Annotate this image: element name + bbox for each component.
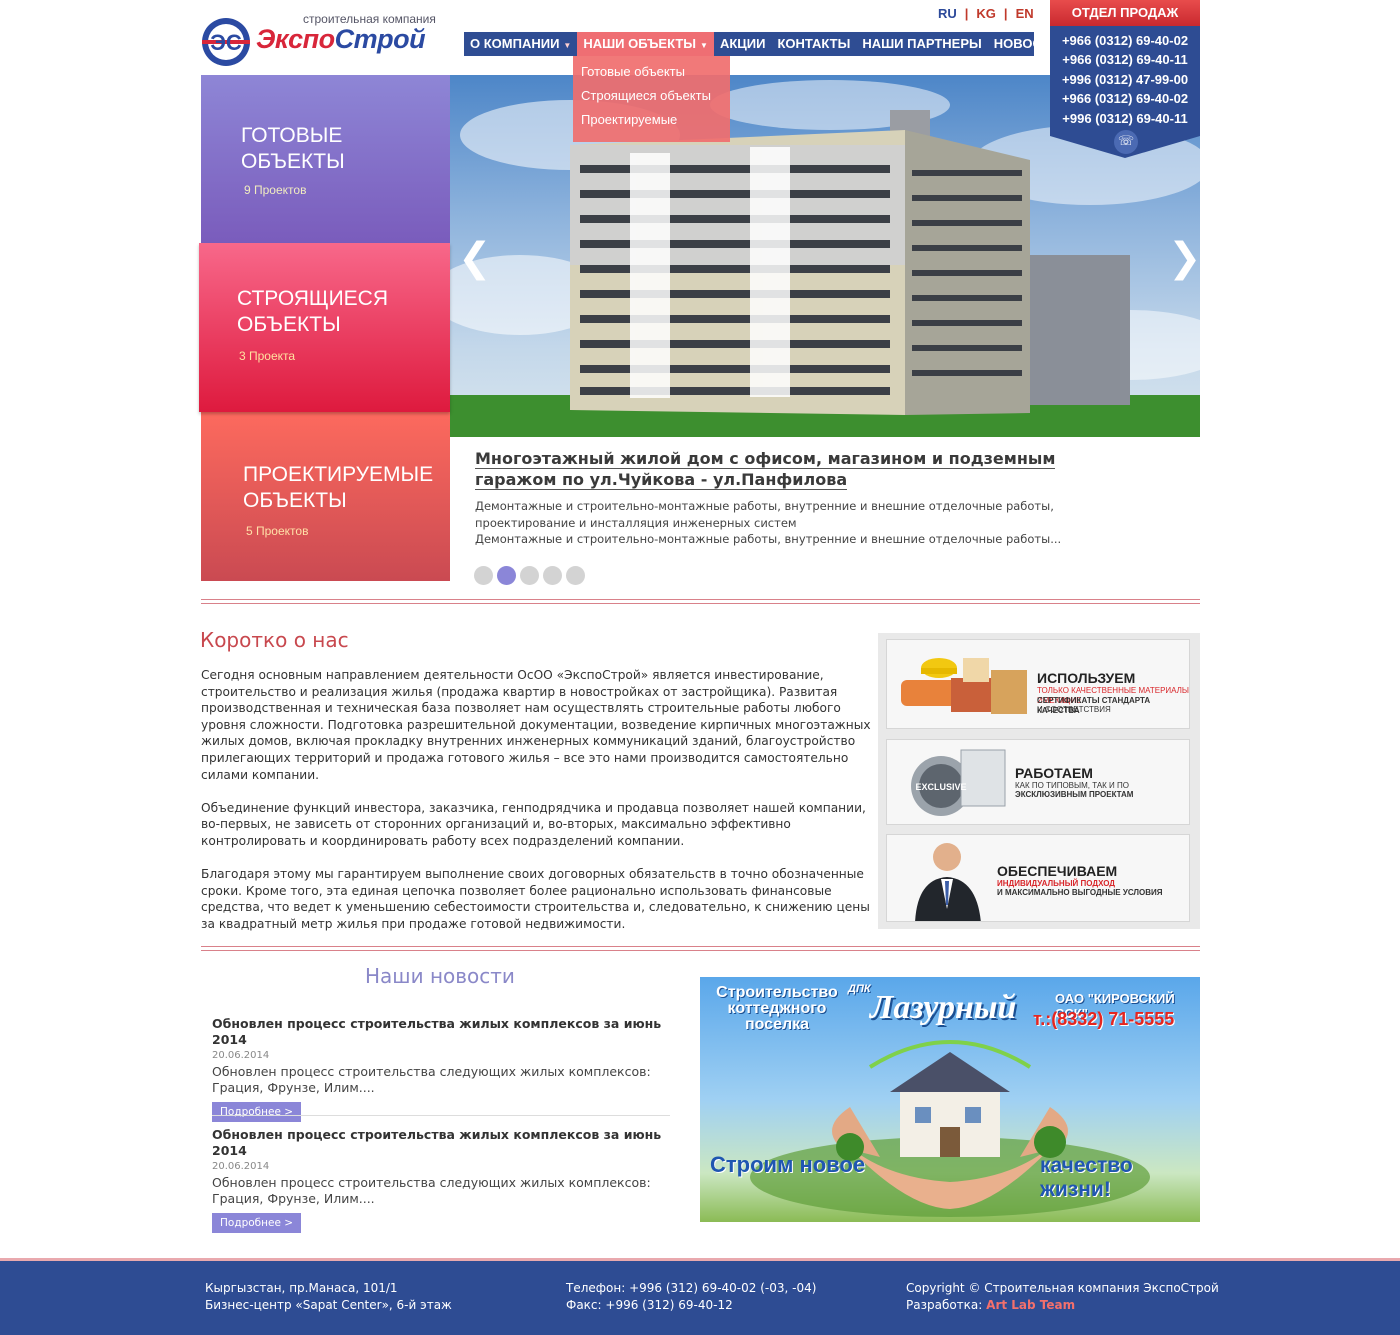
category-ready[interactable]: Готовые объекты 9 Проектов [201, 75, 450, 243]
slider-dot[interactable] [520, 566, 539, 585]
news-date: 20.06.2014 [212, 1161, 270, 1172]
read-more-button[interactable]: Подробнее > [212, 1213, 302, 1233]
sales-phone[interactable]: +966 (0312) 69-40-02 [1050, 89, 1200, 108]
promo-slogan: качество жизни! [1040, 1154, 1133, 1201]
slider-next-button[interactable]: ❯ [1168, 235, 1200, 281]
news-item: Обновлен процесс строительства жилых ком… [212, 1127, 670, 1233]
feature-banners: ИСПОЛЬЗУЕМ ТОЛЬКО КАЧЕСТВЕННЫЕ МАТЕРИАЛЫ… [878, 633, 1200, 929]
sales-phone[interactable]: +996 (0312) 47-99-00 [1050, 70, 1200, 89]
exclusive-badge-icon: EXCLUSIVE [911, 749, 1006, 816]
materials-icon [901, 658, 1027, 714]
read-more-button[interactable]: Подробнее > [212, 1102, 302, 1122]
category-count: 9 Проектов [244, 183, 307, 197]
banner-title: ИСПОЛЬЗУЕМ [1037, 670, 1136, 686]
slide-title[interactable]: Многоэтажный жилой дом с офисом, магазин… [475, 448, 1095, 490]
category-title: Строящиеся объекты [237, 287, 388, 336]
dropdown-item-ready[interactable]: Готовые объекты [573, 62, 730, 86]
footer: Кыргызстан, пр.Манаса, 101/1 Бизнес-цент… [0, 1261, 1400, 1335]
promo-banner[interactable]: Строительство коттеджного поселка ДПК Ла… [700, 977, 1200, 1222]
slider-dot[interactable] [497, 566, 516, 585]
footer-copyright: Copyright © Строительная компания ЭкспоС… [906, 1281, 1219, 1312]
objects-dropdown: Готовые объекты Строящиеся объекты Проек… [573, 56, 730, 142]
promo-brand-prefix: ДПК [848, 983, 871, 995]
footer-address: Кыргызстан, пр.Манаса, 101/1 Бизнес-цент… [205, 1281, 452, 1312]
lang-en[interactable]: EN [1016, 6, 1034, 21]
logo[interactable]: ЭС строительная компания ЭкспоСтрой [200, 12, 445, 68]
news-title[interactable]: Обновлен процесс строительства жилых ком… [212, 1127, 670, 1159]
slide-description: Демонтажные и строительно-монтажные рабо… [475, 499, 1062, 546]
category-count: 5 Проектов [246, 524, 309, 538]
slider-pagination [474, 566, 585, 585]
slider-dot[interactable] [566, 566, 585, 585]
promo-phone: т.:(8332) 71-5555 [1033, 1009, 1175, 1029]
category-title: Готовые объекты [241, 124, 345, 173]
businessman-icon [915, 843, 981, 921]
divider [212, 1115, 670, 1116]
nav-item-about[interactable]: О КОМПАНИИ ▼ [464, 32, 577, 56]
promo-brand: Лазурный [870, 989, 1017, 1026]
category-building[interactable]: Строящиеся объекты 3 Проекта [199, 243, 450, 412]
news-excerpt: Обновлен процесс строительства следующих… [212, 1064, 651, 1095]
language-switcher: RU | KG | EN [938, 6, 1034, 21]
sales-department: ОТДЕЛ ПРОДАЖ +966 (0312) 69-40-02 +966 (… [1050, 0, 1200, 158]
dropdown-item-planned[interactable]: Проектируемые [573, 110, 730, 134]
svg-text:EXCLUSIVE: EXCLUSIVE [915, 782, 966, 792]
nav-item-promotions[interactable]: АКЦИИ [714, 32, 772, 56]
phone-icon[interactable]: ☏ [1114, 130, 1138, 154]
divider [201, 946, 1200, 951]
banner-title: РАБОТАЕМ [1015, 765, 1093, 781]
lang-ru[interactable]: RU [938, 6, 957, 21]
nav-item-partners[interactable]: НАШИ ПАРТНЕРЫ [856, 32, 987, 56]
developer-link[interactable]: Art Lab Team [986, 1298, 1075, 1312]
chevron-down-icon: ▼ [563, 41, 572, 50]
footer-contacts: Телефон: +996 (312) 69-40-02 (-03, -04) … [566, 1281, 817, 1312]
banner-projects[interactable]: EXCLUSIVE РАБОТАЕМ КАК ПО ТИПОВЫМ, ТАК И… [886, 739, 1190, 825]
news-date: 20.06.2014 [212, 1050, 270, 1061]
main-nav: О КОМПАНИИ ▼ НАШИ ОБЪЕКТЫ ▼ АКЦИИ КОНТАКТЫ… [464, 32, 1059, 56]
sales-phone[interactable]: +996 (0312) 69-40-11 [1050, 109, 1200, 128]
lang-kg[interactable]: KG [976, 6, 996, 21]
promo-headline: Строительство коттеджного поселка [716, 984, 838, 1033]
about-heading: Коротко о нас [200, 628, 349, 652]
slider-dot[interactable] [543, 566, 562, 585]
chevron-down-icon: ▼ [700, 41, 708, 50]
lang-separator: | [964, 6, 969, 21]
category-planned[interactable]: Проектируемые объекты 5 Проектов [201, 412, 450, 581]
banner-materials[interactable]: ИСПОЛЬЗУЕМ ТОЛЬКО КАЧЕСТВЕННЫЕ МАТЕРИАЛЫ… [886, 639, 1190, 729]
slider-prev-button[interactable]: ❮ [458, 235, 492, 281]
nav-item-objects[interactable]: НАШИ ОБЪЕКТЫ ▼ [577, 32, 714, 56]
sales-title: ОТДЕЛ ПРОДАЖ [1050, 0, 1200, 26]
category-title: Проектируемые объекты [243, 463, 434, 512]
sales-phone[interactable]: +966 (0312) 69-40-02 [1050, 31, 1200, 50]
nav-item-contacts[interactable]: КОНТАКТЫ [771, 32, 856, 56]
logo-emblem-icon: ЭС [202, 18, 250, 66]
logo-wordmark: ЭкспоСтрой [256, 24, 426, 54]
promo-slogan: Строим новое [710, 1152, 866, 1177]
about-text: Сегодня основным направлением деятельнос… [201, 668, 871, 931]
news-excerpt: Обновлен процесс строительства следующих… [212, 1175, 651, 1206]
sales-phones: +966 (0312) 69-40-02 +966 (0312) 69-40-1… [1050, 26, 1200, 130]
dropdown-item-building[interactable]: Строящиеся объекты [573, 86, 730, 110]
lang-separator: | [1003, 6, 1008, 21]
slider-dot[interactable] [474, 566, 493, 585]
banner-title: ОБЕСПЕЧИВАЕМ [997, 863, 1118, 879]
news-heading: Наши новости [365, 964, 515, 988]
news-title[interactable]: Обновлен процесс строительства жилых ком… [212, 1016, 670, 1048]
divider [201, 599, 1200, 604]
news-item: Обновлен процесс строительства жилых ком… [212, 1016, 670, 1122]
banner-approach[interactable]: ОБЕСПЕЧИВАЕМ ИНДИВИДУАЛЬНЫЙ ПОДХОД И МАК… [886, 834, 1190, 922]
svg-text:ЭС: ЭС [210, 30, 242, 55]
category-count: 3 Проекта [239, 349, 296, 363]
sales-phone[interactable]: +966 (0312) 69-40-11 [1050, 50, 1200, 69]
